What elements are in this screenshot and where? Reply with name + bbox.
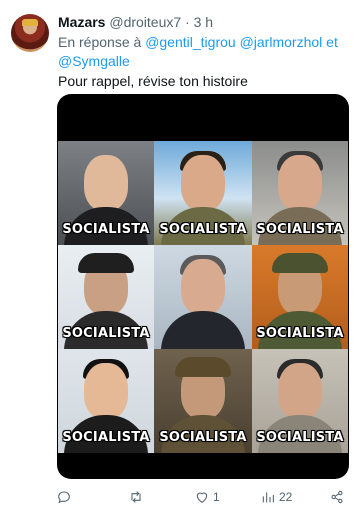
meme-label: SOCIALISTA [256,222,344,237]
meme-label: SOCIALISTA [256,326,344,341]
meme-cell-7: SOCIALISTA [58,349,154,453]
like-count: 1 [213,490,220,504]
meme-cell-1: SOCIALISTA [58,141,154,245]
views-button[interactable]: 22 [260,489,292,505]
author-name[interactable]: Mazars [58,14,105,30]
meme-cell-6: SOCIALISTA [252,245,348,349]
avatar[interactable] [11,14,49,52]
portrait-face [181,155,225,211]
portrait-body [161,311,245,349]
meme-label: SOCIALISTA [62,326,150,341]
reply-icon [58,491,70,504]
retweet-button[interactable] [128,489,144,505]
mention-conjunction: et [326,34,338,50]
tweet[interactable]: Mazars @droiteux7 · 3 h En réponse à @ge… [0,0,360,512]
reply-context: En réponse à @gentil_tigrou @jarlmorzhol… [58,33,348,71]
share-icon [331,490,343,504]
separator: · [185,14,190,30]
meme-label: SOCIALISTA [256,430,344,445]
portrait-face [278,363,322,419]
author-handle[interactable]: @droiteux7 [109,14,181,30]
tweet-header: Mazars @droiteux7 · 3 h [58,13,213,31]
portrait-cap [175,357,231,377]
views-count: 22 [279,490,293,504]
reply-prefix: En réponse à [58,34,142,50]
portrait-cap [78,253,134,273]
portrait-face [84,363,128,419]
timestamp[interactable]: 3 h [194,14,213,30]
meme-cell-5 [154,245,252,349]
mention-jarlmorzhol[interactable]: @jarlmorzhol [240,34,323,50]
portrait-face [181,259,225,315]
meme-cell-3: SOCIALISTA [252,141,348,245]
views-icon [262,492,274,503]
meme-cell-2: SOCIALISTA [154,141,252,245]
tweet-media[interactable]: SOCIALISTA SOCIALISTA SOCIALISTA SOCIALI… [57,94,349,479]
meme-cell-4: SOCIALISTA [58,245,154,349]
action-bar: 1 22 [52,489,352,509]
reply-button[interactable] [56,489,72,505]
meme-label: SOCIALISTA [62,430,150,445]
meme-grid: SOCIALISTA SOCIALISTA SOCIALISTA SOCIALI… [58,141,348,453]
portrait-face [278,155,322,211]
crown-icon [22,19,38,26]
meme-label: SOCIALISTA [62,222,150,237]
retweet-icon [131,491,141,503]
share-button[interactable] [329,489,345,505]
portrait-cap [272,253,328,273]
mention-symgalle[interactable]: @Symgalle [58,53,130,69]
meme-cell-9: SOCIALISTA [252,349,348,453]
meme-label: SOCIALISTA [159,222,247,237]
meme-label: SOCIALISTA [159,430,247,445]
heart-icon [196,492,208,503]
portrait-face [84,155,128,211]
meme-cell-8: SOCIALISTA [154,349,252,453]
like-button[interactable]: 1 [194,489,220,505]
mention-gentil-tigrou[interactable]: @gentil_tigrou [145,34,236,50]
tweet-text: Pour rappel, révise ton histoire [58,73,248,89]
